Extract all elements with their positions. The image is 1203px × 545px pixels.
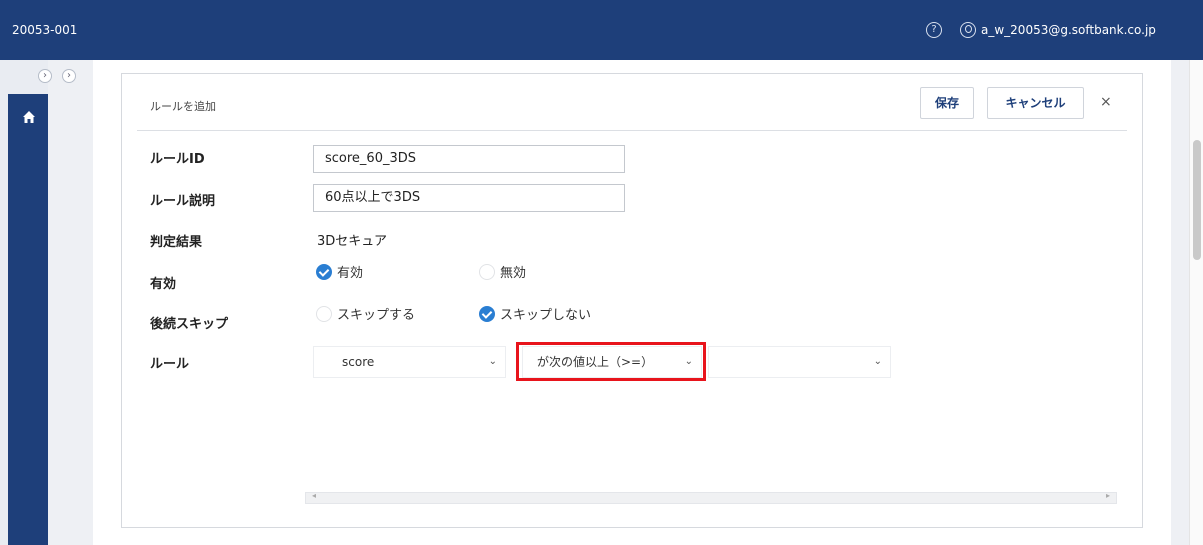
dialog-title: ルールを追加 [150, 100, 216, 113]
skip-label: 後続スキップ [150, 317, 229, 332]
user-icon[interactable] [960, 22, 976, 38]
rule-value-select[interactable]: ⌄ [708, 346, 891, 378]
home-icon[interactable] [22, 110, 36, 124]
cancel-button[interactable]: キャンセル [987, 87, 1084, 119]
enabled-on-text[interactable]: 有効 [337, 262, 363, 281]
page-scrollbar[interactable] [1189, 60, 1203, 545]
rule-label: ルール [150, 357, 190, 372]
close-icon[interactable]: × [1100, 94, 1112, 110]
sidebar-expand-icon[interactable]: › [38, 69, 52, 83]
enabled-off-text[interactable]: 無効 [500, 262, 526, 281]
rule-description-label: ルール説明 [150, 194, 216, 209]
skip-off-text[interactable]: スキップしない [500, 304, 591, 323]
rule-field-value: score [342, 355, 375, 369]
chevron-down-icon: ⌄ [488, 356, 497, 367]
skip-off-radio[interactable] [479, 306, 495, 322]
rule-id-input[interactable]: score_60_3DS [313, 145, 625, 173]
horizontal-scrollbar[interactable]: ◂ ▸ [305, 491, 1117, 504]
scroll-right-icon[interactable]: ▸ [1106, 491, 1110, 500]
save-button[interactable]: 保存 [920, 87, 974, 119]
operator-highlight-box [516, 342, 706, 381]
header-divider [137, 130, 1127, 131]
add-rule-card [121, 73, 1143, 528]
skip-on-radio[interactable] [316, 306, 332, 322]
scroll-left-icon[interactable]: ◂ [312, 491, 316, 500]
skip-on-text[interactable]: スキップする [337, 304, 415, 323]
result-label: 判定結果 [150, 235, 203, 250]
user-email[interactable]: a_w_20053@g.softbank.co.jp [981, 23, 1156, 37]
chevron-down-icon: ⌄ [873, 356, 882, 367]
enabled-on-radio[interactable] [316, 264, 332, 280]
panel-expand-icon[interactable]: › [62, 69, 76, 83]
scrollbar-thumb[interactable] [1193, 140, 1201, 260]
top-bar: 20053-001 ? a_w_20053@g.softbank.co.jp [0, 0, 1203, 60]
rule-description-input[interactable]: 60点以上で3DS [313, 184, 625, 212]
enabled-off-radio[interactable] [479, 264, 495, 280]
tenant-id: 20053-001 [12, 23, 78, 37]
enabled-label: 有効 [150, 277, 177, 292]
result-value: 3Dセキュア [317, 234, 388, 249]
nav-rail [8, 94, 48, 545]
left-nav: › › [0, 60, 76, 545]
rule-id-label: ルールID [150, 152, 205, 167]
help-icon[interactable]: ? [926, 22, 942, 38]
rule-field-select[interactable]: score ⌄ [313, 346, 506, 378]
